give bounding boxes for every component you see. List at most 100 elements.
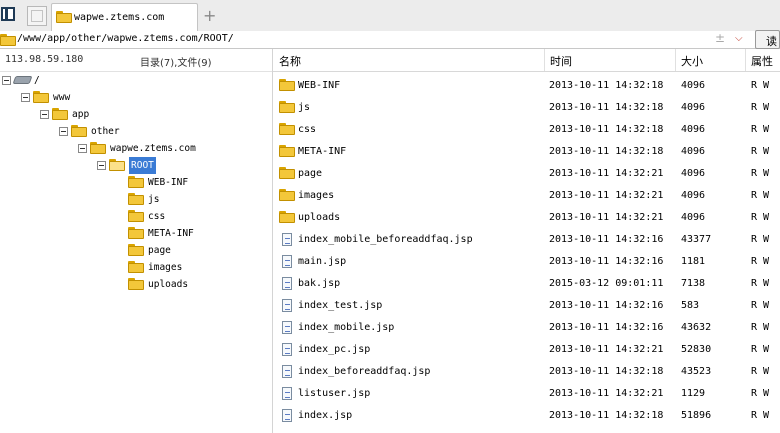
tree-node-label: META-INF xyxy=(148,228,194,239)
file-time: 2013-10-11 14:32:21 xyxy=(549,212,664,223)
file-attr: R W xyxy=(751,366,770,377)
file-time: 2013-10-11 14:32:21 xyxy=(549,168,664,179)
folder-open-icon xyxy=(109,159,125,171)
file-attr: R W xyxy=(751,300,770,311)
item-counts: 目录(7),文件(9) xyxy=(140,58,212,69)
file-size: 4096 xyxy=(681,190,706,201)
folder-icon xyxy=(279,101,295,113)
column-divider[interactable] xyxy=(675,49,676,71)
file-size: 43523 xyxy=(681,366,712,377)
file-size: 4096 xyxy=(681,168,706,179)
file-name: images xyxy=(298,190,335,201)
file-time: 2013-10-11 14:32:16 xyxy=(549,256,664,267)
tree-node-label: other xyxy=(91,126,120,137)
tree-node-label: page xyxy=(148,245,171,256)
table-row[interactable]: js 2013-10-11 14:32:18 4096 R W xyxy=(273,97,780,119)
table-row[interactable]: index.jsp 2013-10-11 14:32:18 51896 R W xyxy=(273,405,780,427)
file-name: css xyxy=(298,124,317,135)
table-row[interactable]: images 2013-10-11 14:32:21 4096 R W xyxy=(273,185,780,207)
folder-icon xyxy=(33,91,49,103)
file-icon xyxy=(282,365,292,378)
tree-node-label: ROOT xyxy=(129,157,156,174)
file-size: 1129 xyxy=(681,388,706,399)
file-size: 43377 xyxy=(681,234,712,245)
file-attr: R W xyxy=(751,212,770,223)
folder-icon xyxy=(128,210,144,222)
column-divider[interactable] xyxy=(745,49,746,71)
file-size: 4096 xyxy=(681,212,706,223)
column-size[interactable]: 大小 xyxy=(681,53,703,69)
chevron-down-icon[interactable]: ⌵ xyxy=(735,33,743,44)
file-size: 1181 xyxy=(681,256,706,267)
file-icon xyxy=(282,343,292,356)
folder-icon xyxy=(128,261,144,273)
file-attr: R W xyxy=(751,190,770,201)
folder-icon xyxy=(128,176,144,188)
table-row[interactable]: page 2013-10-11 14:32:21 4096 R W xyxy=(273,163,780,185)
file-time: 2013-10-11 14:32:16 xyxy=(549,322,664,333)
file-icon xyxy=(282,409,292,422)
tree-node-label: www xyxy=(53,92,71,103)
collapse-toggle-icon[interactable] xyxy=(97,161,106,170)
table-row[interactable]: index_beforeaddfaq.jsp 2013-10-11 14:32:1… xyxy=(273,361,780,383)
table-row[interactable]: WEB-INF 2013-10-11 14:32:18 4096 R W xyxy=(273,75,780,97)
collapse-toggle-icon[interactable] xyxy=(40,110,49,119)
file-name: uploads xyxy=(298,212,341,223)
table-row[interactable]: META-INF 2013-10-11 14:32:18 4096 R W xyxy=(273,141,780,163)
read-button[interactable]: 读 xyxy=(755,30,780,49)
file-name: index_test.jsp xyxy=(298,300,383,311)
column-divider[interactable] xyxy=(544,49,545,71)
file-attr: R W xyxy=(751,234,770,245)
table-row[interactable]: uploads 2013-10-11 14:32:21 4096 R W xyxy=(273,207,780,229)
tree-node-label: WEB-INF xyxy=(148,177,189,188)
column-name[interactable]: 名称 xyxy=(279,53,301,69)
folder-icon xyxy=(71,125,87,137)
tree-node-label: app xyxy=(72,109,90,120)
file-name: index.jsp xyxy=(298,410,353,421)
table-row[interactable]: index_pc.jsp 2013-10-11 14:32:21 52830 R W xyxy=(273,339,780,361)
file-attr: R W xyxy=(751,256,770,267)
table-row[interactable]: css 2013-10-11 14:32:18 4096 R W xyxy=(273,119,780,141)
drive-icon xyxy=(12,76,33,84)
column-time[interactable]: 时间 xyxy=(550,53,572,69)
folder-icon xyxy=(128,244,144,256)
file-attr: R W xyxy=(751,344,770,355)
plus-icon[interactable]: + xyxy=(203,6,216,25)
folder-icon xyxy=(90,142,106,154)
table-row[interactable]: index_test.jsp 2013-10-11 14:32:16 583 R W xyxy=(273,295,780,317)
sidebar-toggle-icon[interactable] xyxy=(1,7,15,21)
folder-icon xyxy=(52,108,68,120)
file-size: 4096 xyxy=(681,146,706,157)
table-row[interactable]: bak.jsp 2015-03-12 09:01:11 7138 R W xyxy=(273,273,780,295)
table-row[interactable]: listuser.jsp 2013-10-11 14:32:21 1129 R W xyxy=(273,383,780,405)
file-name: index_beforeaddfaq.jsp xyxy=(298,366,431,377)
file-time: 2013-10-11 14:32:16 xyxy=(549,234,664,245)
file-icon xyxy=(282,387,292,400)
collapse-toggle-icon[interactable] xyxy=(59,127,68,136)
table-row[interactable]: index_mobile_beforeaddfaq.jsp 2013-10-11 … xyxy=(273,229,780,251)
folder-icon xyxy=(279,167,295,179)
collapse-toggle-icon[interactable] xyxy=(78,144,87,153)
file-time: 2013-10-11 14:32:21 xyxy=(549,190,664,201)
directory-tree-panel: 113.98.59.180 目录(7),文件(9) / www app other wa… xyxy=(0,49,273,433)
table-row[interactable]: main.jsp 2013-10-11 14:32:16 1181 R W xyxy=(273,251,780,273)
collapse-toggle-icon[interactable] xyxy=(21,93,30,102)
file-time: 2013-10-11 14:32:16 xyxy=(549,300,664,311)
folder-icon xyxy=(279,211,295,223)
table-row[interactable]: index_mobile.jsp 2013-10-11 14:32:16 43632… xyxy=(273,317,780,339)
tab-active[interactable]: wapwe.ztems.com xyxy=(51,3,198,31)
file-attr: R W xyxy=(751,410,770,421)
file-name: META-INF xyxy=(298,146,347,157)
file-size: 4096 xyxy=(681,102,706,113)
collapse-toggle-icon[interactable] xyxy=(2,76,11,85)
blank-tab-icon[interactable] xyxy=(27,6,47,26)
tree-node-label: / xyxy=(34,75,40,86)
file-attr: R W xyxy=(751,388,770,399)
address-input[interactable]: /www/app/other/wapwe.ztems.com/ROOT/ xyxy=(17,33,234,44)
file-time: 2013-10-11 14:32:18 xyxy=(549,366,664,377)
folder-icon xyxy=(279,123,295,135)
tree-header: 113.98.59.180 目录(7),文件(9) xyxy=(0,49,272,72)
column-attr[interactable]: 属性 xyxy=(751,53,773,69)
file-name: main.jsp xyxy=(298,256,347,267)
tree-node-label: wapwe.ztems.com xyxy=(110,143,196,154)
